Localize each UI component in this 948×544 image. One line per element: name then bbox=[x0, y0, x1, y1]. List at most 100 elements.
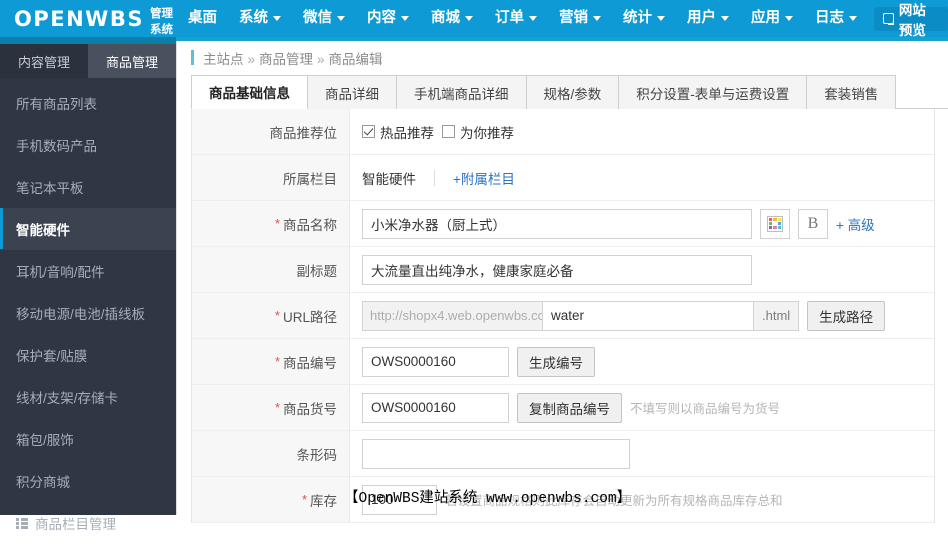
nav-item-7[interactable]: 统计 bbox=[612, 0, 676, 37]
sidebar-item-label: 耳机/音响/配件 bbox=[16, 264, 105, 280]
form-row-product-name: * 商品名称 B + 高级 bbox=[192, 201, 934, 247]
nav-item-5[interactable]: 订单 bbox=[484, 0, 548, 37]
brand-subtitle: 管理系统 bbox=[149, 8, 173, 36]
sidebar-item-label: 线材/支架/存储卡 bbox=[16, 390, 119, 406]
nav-item-6[interactable]: 营销 bbox=[548, 0, 612, 37]
sidebar-item-6[interactable]: 保护套/贴膜 bbox=[0, 334, 176, 376]
checkbox-box-icon[interactable] bbox=[442, 125, 455, 138]
nav-item-label: 用户 bbox=[687, 10, 716, 26]
nav-item-2[interactable]: 微信 bbox=[292, 0, 356, 37]
tab-bar: 商品基础信息 商品详细 手机端商品详细 规格/参数 积分设置-表单与运费设置 套装销售 bbox=[191, 75, 948, 109]
site-preview-label: 网站预览 bbox=[898, 2, 926, 38]
site-preview-button[interactable]: 网站预览 bbox=[874, 3, 948, 38]
generate-code-button[interactable]: 生成编号 bbox=[517, 346, 595, 377]
checkbox-hot-recommend[interactable]: 热品推荐 bbox=[362, 122, 434, 142]
nav-item-3[interactable]: 内容 bbox=[356, 0, 420, 37]
label-product-name: * 商品名称 bbox=[192, 201, 350, 246]
value-subtitle bbox=[350, 254, 934, 285]
monitor-icon bbox=[883, 13, 894, 25]
copy-product-code-button[interactable]: 复制商品编号 bbox=[517, 392, 622, 423]
breadcrumb-item-1[interactable]: 商品管理 bbox=[259, 52, 313, 67]
advanced-link[interactable]: + 高级 bbox=[836, 214, 875, 234]
tab-3[interactable]: 规格/参数 bbox=[525, 75, 620, 109]
checkbox-box-icon[interactable] bbox=[362, 125, 375, 138]
required-marker: * bbox=[301, 492, 307, 507]
chevron-down-icon bbox=[657, 16, 665, 21]
nav-item-0[interactable]: 桌面 bbox=[176, 0, 228, 37]
tab-0[interactable]: 商品基础信息 bbox=[191, 75, 308, 109]
label-product-sku: * 商品货号 bbox=[192, 385, 350, 430]
bold-icon[interactable]: B bbox=[798, 208, 828, 239]
color-palette-icon[interactable] bbox=[760, 208, 790, 239]
barcode-input[interactable] bbox=[362, 438, 630, 469]
breadcrumb-item-2: 商品编辑 bbox=[328, 51, 383, 67]
brand-logo[interactable]: OPENWBS 管理系统 bbox=[0, 0, 176, 37]
list-icon bbox=[16, 517, 28, 529]
sidebar-item-7[interactable]: 线材/支架/存储卡 bbox=[0, 376, 176, 418]
form-row-recommend: 商品推荐位 热品推荐 为你推荐 bbox=[192, 109, 934, 155]
breadcrumb-separator: » bbox=[247, 51, 256, 67]
sidebar-item-3[interactable]: 智能硬件 bbox=[0, 208, 176, 250]
product-sku-input[interactable] bbox=[362, 392, 509, 423]
form-row-subtitle: 副标题 bbox=[192, 247, 934, 293]
subtitle-input[interactable] bbox=[362, 254, 752, 285]
sidebar-item-4[interactable]: 耳机/音响/配件 bbox=[0, 250, 176, 292]
chevron-down-icon bbox=[273, 16, 281, 21]
nav-item-label: 微信 bbox=[303, 10, 332, 26]
value-recommend: 热品推荐 为你推荐 bbox=[350, 122, 934, 142]
product-sku-hint: 不填写则以商品编号为货号 bbox=[630, 402, 781, 416]
swatch-grid bbox=[767, 215, 783, 232]
sidebar-item-8[interactable]: 箱包/服饰 bbox=[0, 418, 176, 460]
nav-item-label: 内容 bbox=[367, 10, 396, 26]
required-marker: * bbox=[274, 216, 280, 231]
sidebar-tab-label: 商品管理 bbox=[105, 54, 158, 70]
nav-item-4[interactable]: 商城 bbox=[420, 0, 484, 37]
value-product-code: 生成编号 bbox=[350, 346, 934, 377]
label-barcode: 条形码 bbox=[192, 431, 350, 476]
product-name-input[interactable] bbox=[362, 208, 752, 239]
tab-2[interactable]: 手机端商品详细 bbox=[396, 75, 527, 109]
sidebar-tab-1[interactable]: 商品管理 bbox=[88, 44, 176, 78]
form-row-barcode: 条形码 bbox=[192, 431, 934, 477]
url-prefix-text: http://shopx4.web.openwbs.com/ bbox=[362, 300, 542, 331]
sidebar-item-0[interactable]: 所有商品列表 bbox=[0, 82, 176, 124]
tab-1[interactable]: 商品详细 bbox=[307, 75, 397, 109]
main-navigation: 桌面 系统 微信 内容 商城 订单 营销 统计 用户 应用 日志 网站预览 bbox=[176, 0, 948, 38]
sidebar-item-label: 商品栏目管理 bbox=[35, 516, 116, 532]
nav-item-9[interactable]: 应用 bbox=[740, 0, 804, 37]
tab-4[interactable]: 积分设置-表单与运费设置 bbox=[618, 75, 808, 109]
url-slug-input[interactable] bbox=[542, 300, 754, 331]
checkbox-for-you-recommend[interactable]: 为你推荐 bbox=[442, 122, 514, 142]
tab-label: 商品详细 bbox=[325, 86, 379, 102]
nav-item-10[interactable]: 日志 bbox=[804, 0, 868, 37]
label-product-name-text: 商品名称 bbox=[283, 217, 337, 233]
sidebar-item-5[interactable]: 移动电源/电池/插线板 bbox=[0, 292, 176, 334]
label-product-code-text: 商品编号 bbox=[283, 355, 337, 371]
sidebar-item-2[interactable]: 笔记本平板 bbox=[0, 166, 176, 208]
tab-5[interactable]: 套装销售 bbox=[806, 75, 897, 109]
product-code-input[interactable] bbox=[362, 346, 509, 377]
breadcrumb-accent-bar bbox=[191, 50, 194, 65]
label-subtitle: 副标题 bbox=[192, 247, 350, 292]
nav-item-8[interactable]: 用户 bbox=[676, 0, 740, 37]
tab-label: 规格/参数 bbox=[543, 86, 602, 102]
breadcrumb-item-0[interactable]: 主站点 bbox=[203, 52, 244, 67]
generate-path-button[interactable]: 生成路径 bbox=[807, 300, 886, 331]
nav-item-label: 商城 bbox=[431, 10, 460, 26]
nav-item-1[interactable]: 系统 bbox=[228, 0, 292, 37]
sidebar-item-1[interactable]: 手机数码产品 bbox=[0, 124, 176, 166]
sidebar-item-9[interactable]: 积分商城 bbox=[0, 460, 176, 502]
category-value: 智能硬件 bbox=[362, 171, 416, 187]
sidebar-top-strip bbox=[0, 37, 176, 44]
url-input-group: http://shopx4.web.openwbs.com/ .html bbox=[362, 300, 800, 331]
top-header-bar: OPENWBS 管理系统 桌面 系统 微信 内容 商城 订单 营销 统计 用户 应用 日志 网站预览 bbox=[0, 0, 948, 38]
form-row-url-path: * URL路径 http://shopx4.web.openwbs.com/ .… bbox=[192, 293, 934, 339]
add-sub-category-link[interactable]: +附属栏目 bbox=[453, 168, 515, 188]
sidebar-item-10[interactable]: 商品栏目管理 bbox=[0, 502, 176, 544]
label-category: 所属栏目 bbox=[192, 155, 350, 200]
label-subtitle-text: 副标题 bbox=[296, 263, 338, 279]
sidebar-tab-0[interactable]: 内容管理 bbox=[0, 44, 88, 78]
nav-item-label: 统计 bbox=[623, 10, 652, 26]
tab-label: 积分设置-表单与运费设置 bbox=[636, 86, 790, 102]
sidebar-item-label: 所有商品列表 bbox=[16, 96, 97, 112]
